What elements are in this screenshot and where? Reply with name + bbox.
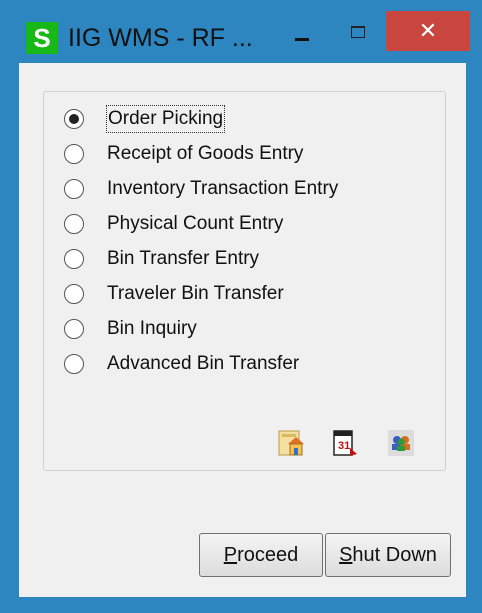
radio-button[interactable] bbox=[64, 214, 84, 234]
shutdown-button[interactable]: Shut Down bbox=[325, 533, 451, 577]
option-receipt-of-goods[interactable]: Receipt of Goods Entry bbox=[64, 141, 424, 167]
option-label: Bin Transfer Entry bbox=[107, 248, 260, 269]
proceed-accel: P bbox=[223, 544, 238, 566]
calendar-report-icon[interactable]: 31 bbox=[329, 428, 359, 458]
company-home-icon[interactable] bbox=[276, 428, 306, 458]
radio-button[interactable] bbox=[64, 144, 84, 164]
option-label: Receipt of Goods Entry bbox=[107, 143, 304, 164]
radio-button[interactable] bbox=[64, 319, 84, 339]
option-label: Traveler Bin Transfer bbox=[107, 283, 284, 304]
shutdown-accel: S bbox=[339, 544, 353, 566]
radio-button[interactable] bbox=[64, 354, 84, 374]
close-icon: ✕ bbox=[418, 18, 438, 43]
option-label: Advanced Bin Transfer bbox=[107, 353, 300, 374]
svg-text:31: 31 bbox=[338, 440, 350, 452]
option-bin-transfer[interactable]: Bin Transfer Entry bbox=[64, 246, 424, 272]
title-bar[interactable]: S IIG WMS - RF ... ✕ bbox=[0, 0, 482, 62]
radio-button[interactable] bbox=[64, 249, 84, 269]
users-icon[interactable] bbox=[386, 428, 416, 458]
radio-button[interactable] bbox=[64, 109, 84, 129]
option-label: Inventory Transaction Entry bbox=[107, 178, 339, 199]
option-label: Bin Inquiry bbox=[107, 318, 197, 339]
radio-button[interactable] bbox=[64, 179, 84, 199]
app-logo-icon: S bbox=[26, 22, 58, 54]
option-label: Physical Count Entry bbox=[107, 213, 284, 234]
app-window: S IIG WMS - RF ... ✕ Order Picking Recei… bbox=[0, 0, 482, 613]
close-button[interactable]: ✕ bbox=[386, 11, 470, 51]
option-label: Order Picking bbox=[105, 105, 226, 133]
option-order-picking[interactable]: Order Picking bbox=[64, 105, 424, 133]
proceed-label: roceed bbox=[237, 544, 299, 566]
maximize-button[interactable] bbox=[338, 18, 378, 48]
shutdown-label: hut Down bbox=[352, 544, 437, 566]
option-traveler-bin-transfer[interactable]: Traveler Bin Transfer bbox=[64, 281, 424, 307]
window-title: IIG WMS - RF ... bbox=[68, 24, 253, 52]
radio-button[interactable] bbox=[64, 284, 84, 304]
option-inventory-transaction[interactable]: Inventory Transaction Entry bbox=[64, 176, 424, 202]
client-area: Order Picking Receipt of Goods Entry Inv… bbox=[19, 63, 466, 597]
option-physical-count[interactable]: Physical Count Entry bbox=[64, 211, 424, 237]
options-group: Order Picking Receipt of Goods Entry Inv… bbox=[43, 91, 446, 471]
option-bin-inquiry[interactable]: Bin Inquiry bbox=[64, 316, 424, 342]
option-advanced-bin-transfer[interactable]: Advanced Bin Transfer bbox=[64, 351, 424, 377]
minimize-button[interactable] bbox=[284, 20, 320, 50]
proceed-button[interactable]: Proceed bbox=[199, 533, 323, 577]
